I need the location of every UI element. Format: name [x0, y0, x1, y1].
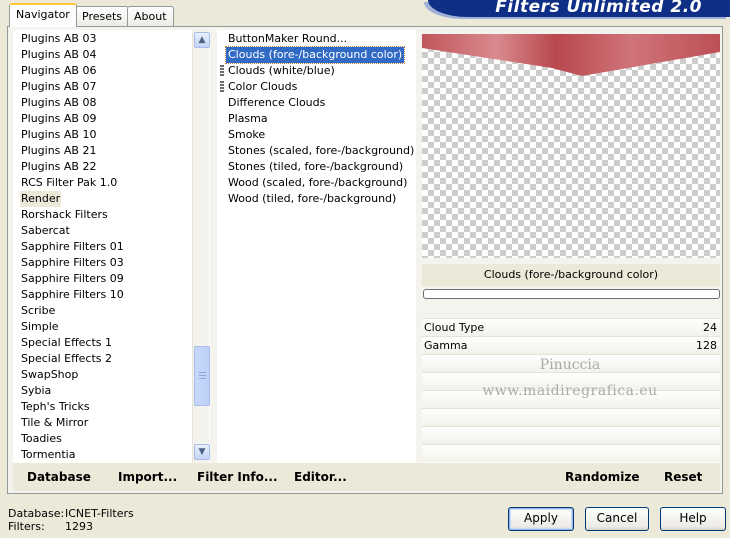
editor-button[interactable]: Editor...: [294, 470, 347, 484]
database-button[interactable]: Database: [27, 470, 91, 484]
grip-icon: [199, 378, 206, 379]
filter-list[interactable]: ButtonMaker Round... Clouds (fore-/backgr…: [217, 30, 416, 463]
scroll-down-icon[interactable]: ▼: [194, 444, 210, 460]
category-item[interactable]: Rorshack Filters: [20, 207, 109, 223]
param-value: 128: [696, 339, 717, 352]
category-item[interactable]: SwapShop: [20, 367, 79, 383]
tab-presets[interactable]: Presets: [75, 6, 130, 26]
category-item[interactable]: Sapphire Filters 03: [20, 255, 125, 271]
progress-bar: [423, 289, 720, 299]
category-item[interactable]: Sapphire Filters 10: [20, 287, 125, 303]
cancel-button[interactable]: Cancel: [585, 507, 649, 531]
category-item[interactable]: Special Effects 1: [20, 335, 113, 351]
filters-label: Filters:: [8, 520, 45, 533]
category-item[interactable]: Plugins AB 04: [20, 47, 97, 63]
reset-button[interactable]: Reset: [664, 470, 702, 484]
filter-item[interactable]: Color Clouds: [226, 79, 299, 95]
filter-item[interactable]: Difference Clouds: [226, 95, 327, 111]
category-item[interactable]: Sapphire Filters 01: [20, 239, 125, 255]
filter-item[interactable]: Plasma: [226, 111, 270, 127]
category-item[interactable]: Plugins AB 21: [20, 143, 97, 159]
filter-info-button[interactable]: Filter Info...: [197, 470, 278, 484]
param-row-empty: [422, 408, 720, 426]
apply-button[interactable]: Apply: [508, 507, 574, 531]
watermark-url: www.maidiregrafica.eu: [482, 383, 658, 399]
tab-about[interactable]: About: [127, 6, 174, 26]
database-value: ICNET-Filters: [65, 507, 134, 520]
scroll-up-icon[interactable]: ▲: [194, 32, 210, 48]
filter-item[interactable]: Stones (tiled, fore-/background): [226, 159, 405, 175]
category-list[interactable]: Plugins AB 03 Plugins AB 04 Plugins AB 06 P…: [13, 30, 210, 463]
category-item[interactable]: Plugins AB 06: [20, 63, 97, 79]
help-button[interactable]: Help: [660, 507, 726, 531]
param-row-gamma[interactable]: Gamma 128: [422, 336, 720, 354]
category-item[interactable]: Sapphire Filters 09: [20, 271, 125, 287]
filter-item[interactable]: Clouds (fore-/background color): [224, 46, 406, 64]
filter-marker-icon: [220, 65, 224, 77]
param-row-empty: [422, 426, 720, 444]
preview-image: [422, 34, 720, 76]
category-item[interactable]: Toadies: [20, 431, 63, 447]
filter-item[interactable]: Smoke: [226, 127, 267, 143]
category-item[interactable]: Render: [20, 191, 62, 207]
param-row-empty: [422, 444, 720, 462]
grip-icon: [199, 372, 206, 373]
filter-marker-icon: [220, 81, 224, 93]
category-scrollbar[interactable]: ▲ ▼: [192, 30, 210, 463]
filter-item[interactable]: Wood (tiled, fore-/background): [226, 191, 398, 207]
filter-item[interactable]: ButtonMaker Round...: [226, 31, 349, 47]
filters-count: 1293: [65, 520, 93, 533]
category-item[interactable]: Special Effects 2: [20, 351, 113, 367]
param-row-cloud-type[interactable]: Cloud Type 24: [422, 318, 720, 336]
category-item[interactable]: RCS Filter Pak 1.0: [20, 175, 118, 191]
category-item[interactable]: Plugins AB 10: [20, 127, 97, 143]
filter-item[interactable]: Stones (scaled, fore-/background): [226, 143, 416, 159]
selected-filter-name: Clouds (fore-/background color): [422, 264, 720, 286]
grip-icon: [199, 375, 206, 376]
category-item[interactable]: Plugins AB 08: [20, 95, 97, 111]
filter-item[interactable]: Clouds (white/blue): [226, 63, 337, 79]
param-label: Cloud Type: [424, 321, 485, 334]
category-item[interactable]: Sybia: [20, 383, 52, 399]
banner-title: Filters Unlimited 2.0: [495, 0, 702, 17]
category-item[interactable]: Sabercat: [20, 223, 71, 239]
filter-item[interactable]: Wood (scaled, fore-/background): [226, 175, 409, 191]
param-label: Gamma: [424, 339, 468, 352]
title-banner: Filters Unlimited 2.0: [428, 0, 730, 17]
category-item[interactable]: Plugins AB 03: [20, 31, 97, 47]
category-item[interactable]: Tile & Mirror: [20, 415, 89, 431]
category-item[interactable]: Scribe: [20, 303, 56, 319]
preview-canvas: [422, 34, 720, 258]
watermark-name: Pinuccia: [539, 357, 601, 373]
import-button[interactable]: Import...: [118, 470, 177, 484]
randomize-button[interactable]: Randomize: [565, 470, 639, 484]
scroll-thumb[interactable]: [194, 346, 210, 406]
category-item[interactable]: Simple: [20, 319, 60, 335]
tab-navigator[interactable]: Navigator: [9, 3, 77, 27]
category-item[interactable]: Plugins AB 09: [20, 111, 97, 127]
category-item[interactable]: Tormentia: [20, 447, 76, 463]
category-item[interactable]: Teph's Tricks: [20, 399, 91, 415]
database-label: Database:: [8, 507, 65, 520]
param-value: 24: [703, 321, 717, 334]
category-item[interactable]: Plugins AB 07: [20, 79, 97, 95]
category-item[interactable]: Plugins AB 22: [20, 159, 97, 175]
